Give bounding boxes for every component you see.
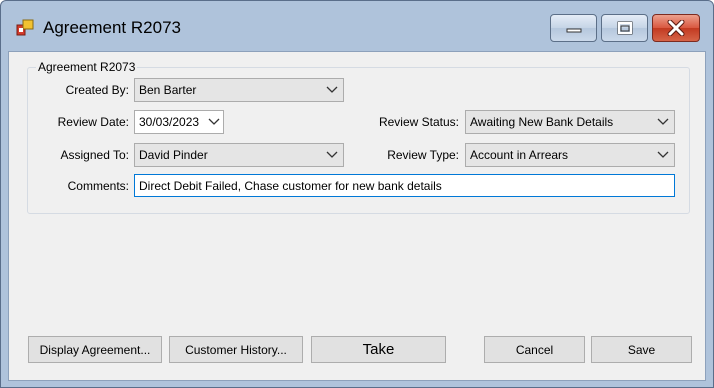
chevron-down-icon — [652, 111, 674, 133]
chevron-down-icon — [321, 144, 343, 166]
window-title: Agreement R2073 — [43, 18, 181, 37]
group-title: Agreement R2073 — [36, 60, 138, 74]
title-bar[interactable]: Agreement R2073 — [1, 1, 713, 51]
comments-field[interactable]: Direct Debit Failed, Chase customer for … — [134, 174, 675, 197]
app-icon — [16, 19, 34, 36]
assigned-to-dropdown[interactable]: David Pinder — [134, 143, 344, 167]
maximize-icon — [617, 21, 632, 35]
comments-label: Comments: — [67, 179, 129, 193]
chevron-down-icon — [321, 79, 343, 101]
client-area: Agreement R2073 Created By: Ben Barter R… — [8, 51, 706, 381]
review-status-label: Review Status: — [378, 115, 459, 129]
chevron-down-icon — [652, 144, 674, 166]
display-agreement-button[interactable]: Display Agreement... — [28, 336, 162, 363]
cancel-button[interactable]: Cancel — [484, 336, 585, 363]
created-by-value: Ben Barter — [139, 83, 197, 97]
maximize-button[interactable] — [601, 14, 648, 42]
review-status-value: Awaiting New Bank Details — [470, 115, 614, 129]
take-button[interactable]: Take — [311, 336, 446, 363]
close-button[interactable] — [652, 14, 700, 42]
review-type-value: Account in Arrears — [470, 148, 569, 162]
review-date-value: 30/03/2023 — [139, 115, 200, 129]
review-status-dropdown[interactable]: Awaiting New Bank Details — [465, 110, 675, 134]
minimize-button[interactable] — [550, 14, 597, 42]
review-date-picker[interactable]: 30/03/2023 — [134, 110, 224, 134]
minimize-icon — [566, 28, 581, 33]
comments-value: Direct Debit Failed, Chase customer for … — [139, 178, 442, 193]
assigned-to-value: David Pinder — [139, 148, 208, 162]
chevron-down-icon — [205, 111, 223, 133]
assigned-to-label: Assigned To: — [60, 148, 130, 162]
save-button[interactable]: Save — [591, 336, 692, 363]
review-date-label: Review Date: — [57, 115, 129, 129]
close-icon — [667, 20, 685, 36]
agreement-window: Agreement R2073 Agreement R2073 Created — [0, 0, 714, 388]
review-type-dropdown[interactable]: Account in Arrears — [465, 143, 675, 167]
created-by-label: Created By: — [65, 83, 129, 97]
created-by-dropdown[interactable]: Ben Barter — [134, 78, 344, 102]
review-type-label: Review Type: — [387, 148, 459, 162]
customer-history-button[interactable]: Customer History... — [169, 336, 303, 363]
